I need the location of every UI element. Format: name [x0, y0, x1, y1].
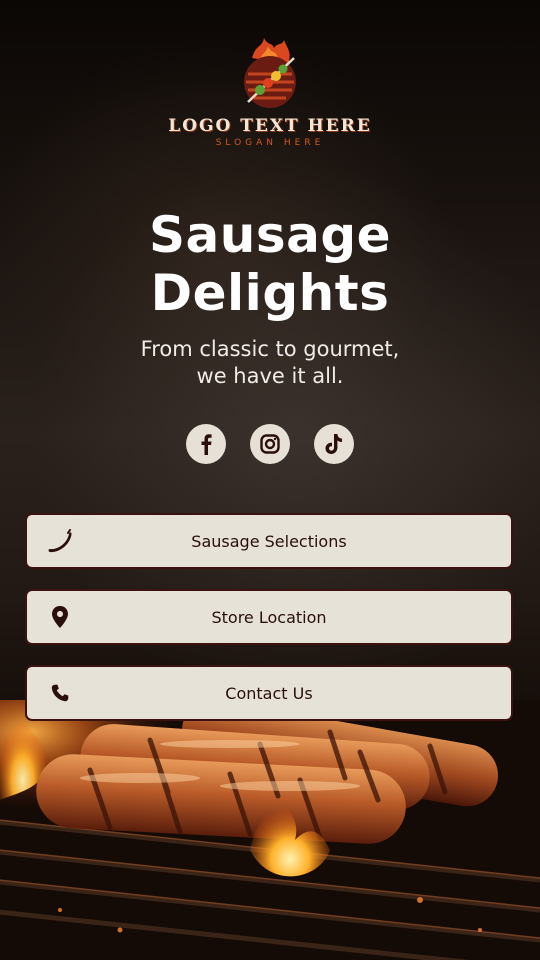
- instagram-button[interactable]: [250, 424, 290, 464]
- store-location-button[interactable]: Store Location: [25, 589, 513, 645]
- tiktok-button[interactable]: [314, 424, 354, 464]
- sausage-icon: [47, 528, 73, 554]
- title-line-1: Sausage: [148, 206, 392, 264]
- logo-text: LOGO TEXT HERE: [168, 116, 372, 136]
- contact-us-button[interactable]: Contact Us: [25, 665, 513, 721]
- instagram-icon: [260, 434, 280, 454]
- sausage-selections-button[interactable]: Sausage Selections: [25, 513, 513, 569]
- button-label: Contact Us: [225, 683, 313, 703]
- tiktok-icon: [325, 434, 342, 454]
- facebook-button[interactable]: [186, 424, 226, 464]
- button-label: Sausage Selections: [191, 531, 347, 551]
- button-label: Store Location: [211, 607, 327, 627]
- subtitle-line-2: we have it all.: [196, 364, 344, 388]
- social-links: [0, 424, 540, 464]
- phone-icon: [47, 680, 73, 706]
- grill-sausages-image: [0, 700, 540, 960]
- brand-logo: LOGO TEXT HERE SLOGAN HERE: [0, 36, 540, 148]
- location-pin-icon: [47, 604, 73, 630]
- page-subtitle: From classic to gourmet, we have it all.: [0, 336, 540, 390]
- logo-slogan: SLOGAN HERE: [215, 138, 325, 148]
- page-title: Sausage Delights: [0, 206, 540, 322]
- title-line-2: Delights: [150, 264, 390, 322]
- facebook-icon: [201, 434, 212, 455]
- grill-skewer-emblem-icon: [244, 38, 296, 108]
- subtitle-line-1: From classic to gourmet,: [140, 337, 400, 361]
